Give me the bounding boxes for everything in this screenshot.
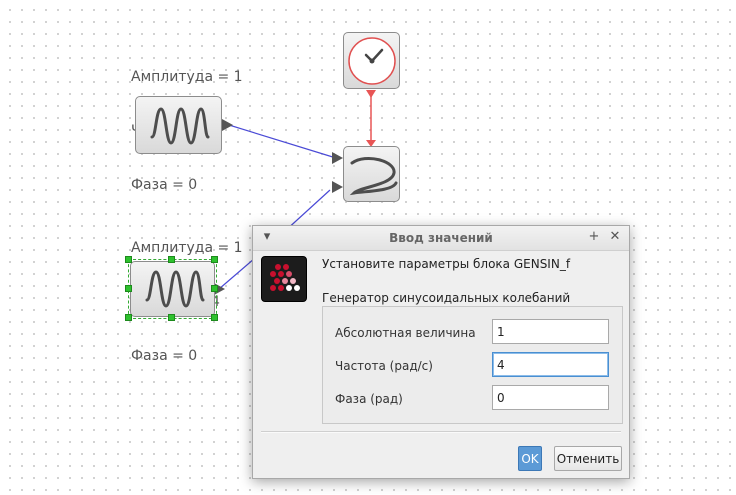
resize-handle[interactable]: [168, 256, 175, 263]
generator-block-top[interactable]: [135, 96, 222, 154]
scilab-logo-icon: [261, 256, 307, 302]
resize-handle[interactable]: [125, 314, 132, 321]
amplitude-input[interactable]: [492, 319, 609, 344]
input-port: [332, 181, 343, 193]
input-port: [332, 152, 343, 164]
resize-handle[interactable]: [211, 285, 218, 292]
pin-icon[interactable]: +: [586, 229, 602, 245]
resize-handle[interactable]: [125, 285, 132, 292]
scope-block[interactable]: [343, 146, 400, 202]
parameters-group: Абсолютная величина Частота (рад/с) Фаза…: [322, 306, 623, 424]
close-icon[interactable]: ✕: [607, 229, 623, 245]
resize-handle[interactable]: [211, 314, 218, 321]
ok-button[interactable]: OK: [518, 446, 542, 471]
amplitude-label: Амплитуда = 1: [131, 69, 243, 85]
dialog-header: Установите параметры блока GENSIN_f: [322, 257, 571, 271]
phase-field-label: Фаза (рад): [335, 392, 403, 406]
sine-wave-icon: [150, 107, 210, 145]
event-output-port: [366, 90, 376, 98]
dialog-title: Ввод значений: [389, 231, 493, 245]
amplitude-field-label: Абсолютная величина: [335, 326, 476, 340]
cancel-button[interactable]: Отменить: [554, 446, 622, 471]
phase-label: Фаза = 0: [131, 348, 198, 364]
phase-input[interactable]: [492, 385, 609, 410]
parameter-dialog: ▾ Ввод значений + ✕ Установите параметры…: [252, 225, 630, 479]
dialog-separator: [261, 431, 621, 433]
clock-block[interactable]: [343, 32, 400, 89]
selection-frame: [128, 259, 217, 319]
frequency-field-label: Частота (рад/с): [335, 359, 433, 373]
amplitude-label: Амплитуда = 1: [131, 240, 243, 256]
phase-label: Фаза = 0: [131, 177, 198, 193]
lissajous-icon: [349, 157, 398, 196]
dialog-titlebar[interactable]: ▾ Ввод значений + ✕: [253, 226, 629, 251]
block-description: Генератор синусоидальных колебаний: [322, 291, 571, 305]
resize-handle[interactable]: [168, 314, 175, 321]
clock-icon: [348, 37, 396, 85]
frequency-input[interactable]: [492, 352, 609, 377]
resize-handle[interactable]: [125, 256, 132, 263]
resize-handle[interactable]: [211, 256, 218, 263]
data-link[interactable]: [228, 124, 337, 159]
